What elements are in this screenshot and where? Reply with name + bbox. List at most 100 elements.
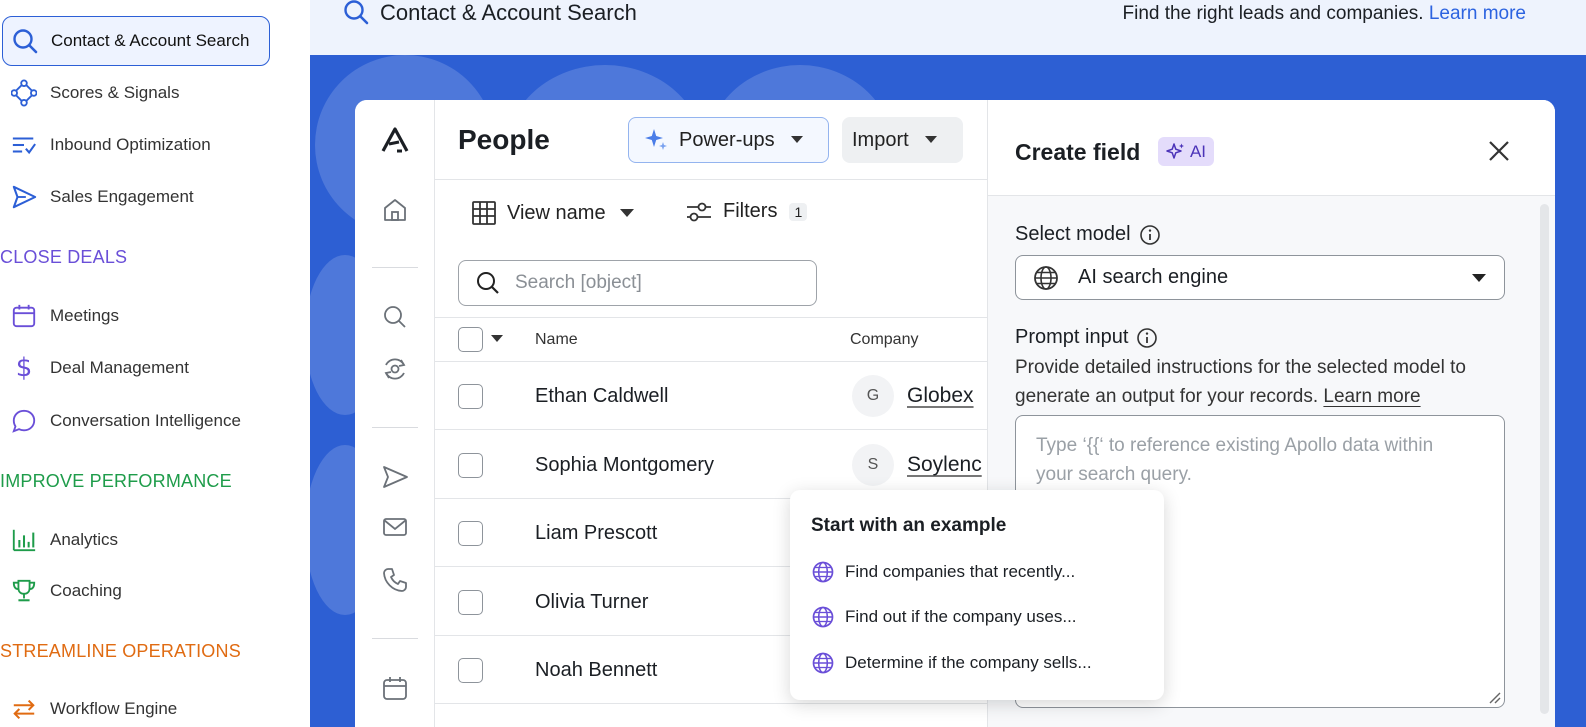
header-divider	[435, 179, 987, 180]
info-icon[interactable]	[1139, 224, 1161, 246]
top-banner: Contact & Account Search Find the right …	[310, 0, 1586, 55]
view-name-dropdown[interactable]: View name	[471, 200, 634, 226]
column-header-company[interactable]: Company	[850, 331, 918, 349]
chevron-down-icon	[924, 136, 937, 144]
select-model-label-text: Select model	[1015, 223, 1131, 245]
company-avatar: S	[852, 444, 894, 486]
panel-header: Create field AI	[988, 100, 1555, 196]
import-label: Import	[852, 128, 909, 151]
filters-count-badge: 1	[789, 202, 808, 221]
contact-name[interactable]: Olivia Turner	[535, 591, 648, 614]
chevron-down-icon	[619, 208, 634, 218]
info-icon[interactable]	[1136, 327, 1158, 349]
example-item[interactable]: Determine if the company sells...	[811, 651, 1092, 675]
page-title: People	[458, 124, 550, 155]
nav-item-inbound-optimization[interactable]: Inbound Optimization	[2, 120, 270, 170]
popover-title: Start with an example	[811, 515, 1007, 536]
view-name-label: View name	[507, 201, 606, 224]
nav-item-coaching[interactable]: Coaching	[2, 566, 270, 616]
nav-item-deal-management[interactable]: $ Deal Management	[2, 343, 270, 393]
filters-button[interactable]: Filters 1	[685, 200, 808, 223]
mail-icon[interactable]	[379, 511, 411, 543]
filters-label: Filters	[723, 200, 778, 222]
company-link[interactable]: Globex	[907, 384, 974, 408]
home-icon[interactable]	[379, 194, 411, 226]
resize-handle-icon[interactable]	[1487, 690, 1501, 704]
banner-learn-more-link[interactable]: Learn more	[1429, 3, 1526, 24]
send-icon[interactable]	[379, 461, 411, 493]
select-all-checkbox[interactable]	[458, 327, 483, 352]
dollar-icon: $	[15, 353, 33, 383]
example-item[interactable]: Find out if the company uses...	[811, 605, 1077, 629]
row-checkbox[interactable]	[458, 521, 483, 546]
nav-item-label: Workflow Engine	[50, 699, 178, 718]
nav-item-label: Analytics	[50, 530, 119, 549]
nav-item-analytics[interactable]: Analytics	[2, 515, 270, 565]
ai-badge: AI	[1158, 137, 1214, 166]
chevron-down-icon	[1472, 274, 1486, 283]
nav-item-meetings[interactable]: Meetings	[2, 291, 270, 341]
phone-icon[interactable]	[379, 564, 411, 596]
power-ups-button[interactable]: Power-ups	[628, 117, 829, 163]
left-navigation: Contact & Account Search Scores & Signal…	[0, 0, 310, 727]
nav-item-label: Inbound Optimization	[50, 135, 211, 154]
nav-item-sales-engagement[interactable]: Sales Engagement	[2, 172, 270, 222]
globe-icon	[811, 651, 835, 675]
nav-item-conversation-intelligence[interactable]: Conversation Intelligence	[2, 396, 270, 446]
search-icon	[475, 270, 501, 296]
search-icon	[342, 0, 370, 33]
row-checkbox[interactable]	[458, 658, 483, 683]
nav-item-label: Meetings	[50, 306, 119, 325]
chat-bubble-icon	[11, 408, 37, 434]
apollo-logo-icon[interactable]	[379, 124, 411, 156]
close-icon[interactable]	[1485, 137, 1513, 165]
nav-item-label: Scores & Signals	[50, 83, 180, 102]
contact-name[interactable]: Ethan Caldwell	[535, 385, 668, 408]
row-checkbox[interactable]	[458, 384, 483, 409]
contact-name[interactable]: Liam Prescott	[535, 522, 657, 545]
refresh-search-icon[interactable]	[379, 353, 411, 385]
nav-item-workflow-engine[interactable]: Workflow Engine	[2, 684, 270, 727]
table-row[interactable]: Sophia Montgomery S Soylenc	[435, 431, 987, 499]
nav-item-label: Coaching	[50, 581, 122, 600]
section-close-deals: CLOSE DEALS	[0, 247, 128, 267]
search-placeholder: Search [object]	[515, 272, 642, 293]
row-checkbox[interactable]	[458, 590, 483, 615]
globe-icon	[811, 560, 835, 584]
ai-badge-label: AI	[1189, 141, 1207, 161]
calendar-icon	[11, 303, 37, 329]
search-input[interactable]: Search [object]	[458, 260, 817, 306]
nav-item-contact-account-search[interactable]: Contact & Account Search	[2, 16, 270, 66]
model-select[interactable]: AI search engine	[1015, 255, 1505, 300]
example-item[interactable]: Find companies that recently...	[811, 560, 1075, 584]
banner-tagline: Find the right leads and companies. Lear…	[1123, 3, 1526, 25]
power-ups-label: Power-ups	[679, 128, 775, 151]
contact-name[interactable]: Sophia Montgomery	[535, 454, 714, 477]
chevron-down-icon	[790, 136, 803, 144]
chevron-down-icon[interactable]	[491, 335, 503, 343]
calendar-icon[interactable]	[379, 672, 411, 704]
network-icon	[11, 79, 37, 107]
helper-learn-more-link[interactable]: Learn more	[1323, 386, 1420, 407]
rail-divider	[372, 267, 418, 268]
globe-icon	[811, 605, 835, 629]
rail-divider	[372, 638, 418, 639]
company-link[interactable]: Soylenc	[907, 453, 982, 477]
section-improve-performance: IMPROVE PERFORMANCE	[0, 471, 232, 491]
import-button[interactable]: Import	[842, 117, 963, 163]
search-icon[interactable]	[379, 301, 411, 333]
panel-scrollbar[interactable]	[1540, 204, 1549, 714]
prompt-input-label: Prompt input	[1015, 326, 1158, 349]
section-streamline-operations: STREAMLINE OPERATIONS	[0, 641, 241, 661]
table-row[interactable]: Ethan Caldwell G Globex	[435, 362, 987, 430]
contact-name[interactable]: Noah Bennett	[535, 659, 657, 682]
checklist-icon	[11, 132, 37, 158]
rail-divider	[372, 427, 418, 428]
globe-icon	[1032, 264, 1060, 292]
sliders-icon	[685, 201, 713, 223]
nav-item-scores-signals[interactable]: Scores & Signals	[2, 68, 270, 118]
row-checkbox[interactable]	[458, 453, 483, 478]
column-header-name[interactable]: Name	[535, 331, 578, 349]
trophy-icon	[11, 578, 37, 604]
arrows-swap-icon	[11, 696, 37, 722]
